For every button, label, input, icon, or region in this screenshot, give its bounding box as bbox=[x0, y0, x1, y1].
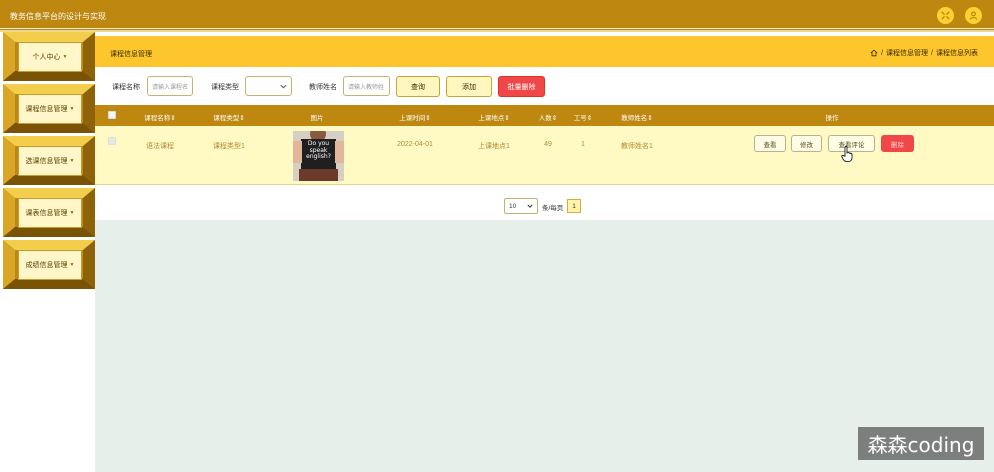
location-cell: 上课地点1 bbox=[478, 143, 510, 150]
course-name-input[interactable]: 请输入课程名 bbox=[147, 76, 193, 96]
column-header-label: 课程名称 bbox=[144, 115, 171, 122]
chevron-down-icon: ▼ bbox=[69, 210, 75, 216]
sort-icon: ⇕ bbox=[170, 115, 176, 122]
chevron-down-icon: ▼ bbox=[69, 262, 75, 268]
breadcrumb-separator: / bbox=[881, 49, 884, 57]
select-all-checkbox[interactable] bbox=[108, 111, 116, 119]
column-header-label: 上课地点 bbox=[478, 115, 505, 122]
row-checkbox[interactable] bbox=[108, 137, 116, 145]
course-type-select[interactable] bbox=[245, 76, 292, 96]
page-title: 课程信息管理 bbox=[110, 51, 152, 58]
teacher-name-cell: 教师姓名1 bbox=[621, 143, 653, 150]
sidebar-item-label: 课程信息管理 bbox=[25, 106, 68, 113]
fullscreen-icon[interactable] bbox=[937, 7, 954, 24]
table-row: 语法课程 课程类型1 Do you speak english? 2022-04… bbox=[95, 126, 994, 185]
column-header[interactable]: 教师姓名⇕ bbox=[621, 112, 652, 122]
column-header[interactable]: 人数⇕ bbox=[539, 112, 557, 122]
course-type-cell: 课程类型1 bbox=[213, 143, 245, 150]
sidebar-item-face: 个人中心 ▼ bbox=[18, 42, 82, 72]
column-header[interactable]: 上课地点⇕ bbox=[478, 112, 509, 122]
teacher-name-placeholder: 请输入教师姓 bbox=[348, 84, 385, 91]
course-type-label: 课程类型 bbox=[211, 84, 239, 91]
column-header[interactable]: 上课时间⇕ bbox=[399, 112, 430, 122]
column-header[interactable]: 工号⇕ bbox=[574, 112, 592, 122]
page-size-value: 10 bbox=[509, 202, 517, 210]
edit-button[interactable]: 修改 bbox=[791, 135, 822, 152]
sidebar: 个人中心 ▼ 课程信息管理 ▼ 选课信息管理 ▼ 课表信息管理 ▼ 成绩信息管理… bbox=[0, 32, 95, 472]
class-time-cell: 2022-04-01 bbox=[397, 141, 433, 148]
column-header-label: 上课时间 bbox=[399, 115, 426, 122]
teacher-name-input[interactable]: 请输入教师姓 bbox=[343, 76, 390, 96]
breadcrumb-bar: 课程信息管理 / 课程信息管理 / 课程信息列表 bbox=[95, 36, 994, 67]
course-name-cell: 语法课程 bbox=[146, 143, 174, 150]
course-name-label: 课程名称 bbox=[112, 84, 140, 91]
chevron-down-icon: ▼ bbox=[69, 106, 75, 112]
main-content: 课程信息管理 / 课程信息管理 / 课程信息列表 课程名称 请输入课程名 课程类… bbox=[95, 32, 994, 472]
watermark: 森森coding bbox=[858, 427, 984, 460]
breadcrumb-item[interactable]: 课程信息管理 bbox=[886, 48, 928, 58]
user-icon[interactable] bbox=[965, 7, 982, 24]
sidebar-item-personal-center[interactable]: 个人中心 ▼ bbox=[3, 32, 95, 81]
sidebar-item-course-selection[interactable]: 选课信息管理 ▼ bbox=[3, 136, 95, 185]
job-number-cell: 1 bbox=[581, 141, 585, 148]
column-header: 图片 bbox=[311, 112, 324, 122]
sidebar-item-face: 课表信息管理 ▼ bbox=[18, 198, 82, 228]
sidebar-item-label: 个人中心 bbox=[32, 54, 61, 61]
top-header: 教务信息平台的设计与实现 bbox=[0, 0, 994, 32]
sidebar-item-grades[interactable]: 成绩信息管理 ▼ bbox=[3, 240, 95, 289]
chevron-down-icon bbox=[280, 84, 287, 89]
page-number-button[interactable]: 1 bbox=[567, 199, 581, 213]
per-page-label: 条/每页 bbox=[542, 205, 564, 212]
app-title: 教务信息平台的设计与实现 bbox=[10, 12, 106, 21]
sort-icon: ⇕ bbox=[551, 115, 558, 122]
column-header-label: 人数 bbox=[538, 115, 552, 122]
sidebar-item-face: 课程信息管理 ▼ bbox=[18, 94, 82, 124]
search-form: 课程名称 请输入课程名 课程类型 教师姓名 请输入教师姓 查询 添加 批量删除 bbox=[95, 72, 994, 100]
query-button[interactable]: 查询 bbox=[396, 76, 440, 97]
column-header[interactable]: 课程类型⇕ bbox=[213, 112, 244, 122]
column-header-label: 图片 bbox=[310, 115, 324, 122]
sidebar-item-timetable[interactable]: 课表信息管理 ▼ bbox=[3, 188, 95, 237]
teacher-name-label: 教师姓名 bbox=[309, 84, 337, 91]
batch-delete-button[interactable]: 批量删除 bbox=[498, 76, 545, 97]
column-header[interactable]: 课程名称⇕ bbox=[144, 112, 175, 122]
sidebar-item-face: 成绩信息管理 ▼ bbox=[18, 250, 82, 280]
sidebar-item-label: 课表信息管理 bbox=[25, 210, 68, 217]
sidebar-item-course-info[interactable]: 课程信息管理 ▼ bbox=[3, 84, 95, 133]
course-image[interactable]: Do you speak english? bbox=[293, 131, 344, 181]
breadcrumb-item: 课程信息列表 bbox=[936, 50, 978, 57]
table-header: 课程名称⇕ 课程类型⇕ 图片 上课时间⇕ 上课地点⇕ 人数⇕ 工号⇕ 教师姓名⇕… bbox=[95, 105, 994, 126]
delete-button[interactable]: 删除 bbox=[881, 135, 914, 152]
column-header-label: 课程类型 bbox=[213, 115, 240, 122]
breadcrumb-separator: / bbox=[931, 49, 933, 57]
column-header-label: 教师姓名 bbox=[621, 115, 648, 122]
chevron-down-icon bbox=[527, 204, 533, 208]
hand-cursor-icon bbox=[841, 146, 853, 162]
sidebar-item-label: 选课信息管理 bbox=[25, 158, 68, 165]
sort-icon: ⇕ bbox=[504, 115, 510, 122]
breadcrumb: / 课程信息管理 / 课程信息列表 bbox=[870, 48, 978, 58]
sort-icon: ⇕ bbox=[239, 115, 245, 122]
add-button[interactable]: 添加 bbox=[446, 76, 492, 97]
column-header-label: 操作 bbox=[825, 115, 839, 122]
sidebar-item-label: 成绩信息管理 bbox=[25, 262, 68, 269]
course-name-placeholder: 请输入课程名 bbox=[152, 84, 189, 91]
home-icon[interactable] bbox=[870, 49, 878, 57]
count-cell: 49 bbox=[544, 141, 552, 148]
column-header-label: 工号 bbox=[573, 115, 587, 122]
header-divider bbox=[0, 28, 994, 29]
sort-icon: ⇕ bbox=[647, 115, 653, 122]
chevron-down-icon: ▼ bbox=[62, 54, 68, 60]
sidebar-item-face: 选课信息管理 ▼ bbox=[18, 146, 82, 176]
chevron-down-icon: ▼ bbox=[69, 158, 75, 164]
column-header: 操作 bbox=[826, 112, 839, 122]
sort-icon: ⇕ bbox=[586, 115, 593, 122]
course-image-caption: Do you speak english? bbox=[306, 140, 331, 160]
page-size-select[interactable]: 10 bbox=[504, 198, 538, 214]
sort-icon: ⇕ bbox=[425, 115, 431, 122]
view-button[interactable]: 查看 bbox=[754, 135, 786, 152]
